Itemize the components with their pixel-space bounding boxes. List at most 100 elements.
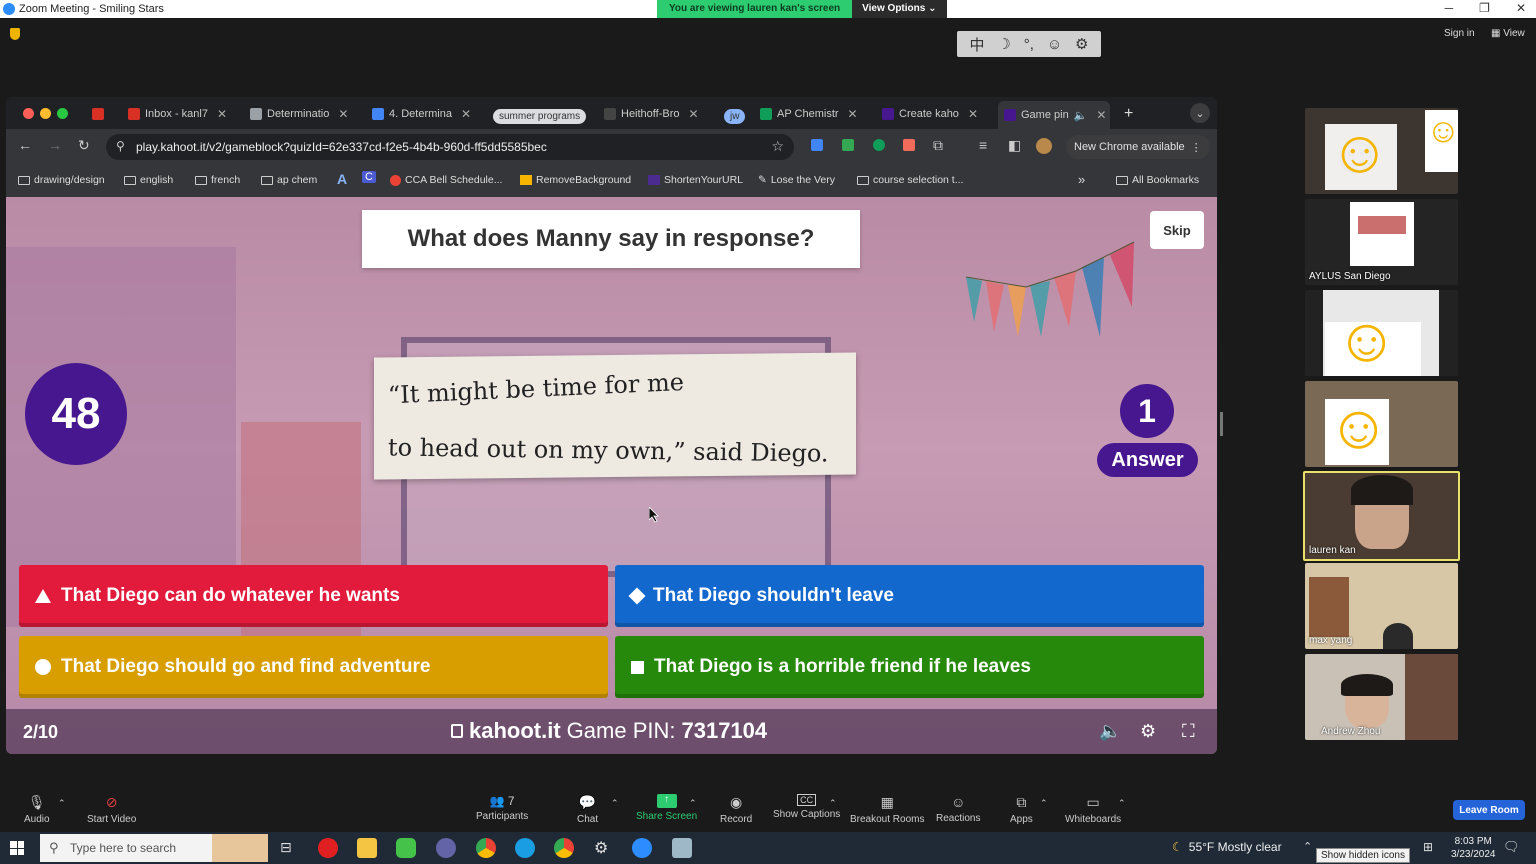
- task-view-icon[interactable]: ⊟: [280, 839, 292, 856]
- bookmarks-overflow[interactable]: »: [1078, 172, 1085, 187]
- chrome-profile-icon[interactable]: [554, 838, 574, 858]
- view-button[interactable]: ▦ View: [1491, 28, 1525, 39]
- tab-gmail-pinned[interactable]: [92, 103, 116, 125]
- keyboard-icon[interactable]: ⊞: [1423, 840, 1433, 854]
- fullscreen-icon[interactable]: ⛶: [1182, 721, 1195, 742]
- start-video-button[interactable]: ⊘ Start Video: [87, 794, 136, 825]
- answer-blue-diamond[interactable]: That Diego shouldn't leave: [615, 565, 1204, 627]
- settings-gear-icon[interactable]: ⚙: [1140, 721, 1156, 742]
- answer-green-square[interactable]: That Diego is a horrible friend if he le…: [615, 636, 1204, 698]
- sign-in-button[interactable]: Sign in: [1444, 28, 1475, 39]
- bookmark-lose-the-very[interactable]: ✎ Lose the Very: [758, 174, 835, 186]
- participant-tile-1[interactable]: ☺ ☺ ☺: [1305, 108, 1458, 194]
- record-button[interactable]: ◉ Record: [720, 794, 752, 825]
- answer-red-triangle[interactable]: That Diego can do whatever he wants: [19, 565, 608, 627]
- bookmark-star-icon[interactable]: ☆: [771, 138, 784, 155]
- annotate-tool-1[interactable]: 中: [969, 34, 984, 55]
- captions-options-chevron-icon[interactable]: ⌃: [829, 798, 837, 809]
- tab-ap-chemistry[interactable]: AP Chemistr ✕: [760, 103, 868, 125]
- reactions-button[interactable]: ☺ Reactions: [936, 794, 980, 824]
- tab-game-pin-active[interactable]: Game pin 🔈 ✕: [998, 101, 1110, 129]
- participant-tile-max-yang[interactable]: max yang: [1305, 563, 1458, 649]
- new-tab-icon[interactable]: +: [1124, 103, 1133, 125]
- zoom-taskbar-icon[interactable]: [632, 838, 652, 858]
- emoji-icon[interactable]: ☺: [1047, 36, 1062, 53]
- chat-button[interactable]: 💬 Chat: [577, 794, 598, 825]
- close-icon[interactable]: ✕: [1516, 1, 1526, 15]
- chrome-icon[interactable]: [476, 838, 496, 858]
- extension-3-icon[interactable]: [903, 139, 915, 151]
- bookmark-course-selection[interactable]: course selection t...: [857, 174, 963, 186]
- bookmark-shortenyoururl[interactable]: ShortenYourURL: [648, 174, 743, 186]
- participant-tile-3[interactable]: ☺: [1305, 290, 1458, 376]
- bookmark-english[interactable]: english: [124, 174, 173, 186]
- tab-inbox[interactable]: Inbox - kanl7 ✕: [128, 103, 240, 125]
- audio-options-chevron-icon[interactable]: ⌃: [58, 798, 66, 809]
- notifications-icon[interactable]: 🗨: [1503, 839, 1520, 855]
- apps-options-chevron-icon[interactable]: ⌃: [1040, 798, 1048, 809]
- chat-options-chevron-icon[interactable]: ⌃: [611, 798, 619, 809]
- bookmark-drawing-design[interactable]: drawing/design: [18, 174, 105, 186]
- site-info-icon[interactable]: ⚲: [116, 139, 125, 153]
- participants-button[interactable]: 👥 7 Participants: [476, 794, 528, 822]
- reading-list-icon[interactable]: ≡: [979, 137, 987, 153]
- forward-icon[interactable]: →: [48, 137, 62, 153]
- url-bar[interactable]: ⚲ play.kahoot.it/v2/gameblock?quizId=62e…: [106, 134, 794, 160]
- file-explorer-icon[interactable]: [357, 838, 377, 858]
- tab-create-kahoot[interactable]: Create kaho ✕: [882, 103, 986, 125]
- whiteboards-button[interactable]: ▭ Whiteboards: [1065, 794, 1121, 825]
- apps-button[interactable]: ⧉ Apps: [1010, 794, 1033, 825]
- bookmark-ap-chem[interactable]: ap chem: [261, 174, 317, 186]
- tab-determination[interactable]: Determinatio ✕: [250, 103, 356, 125]
- extensions-puzzle-icon[interactable]: ⧉: [933, 137, 943, 154]
- tab-determina-doc[interactable]: 4. Determina ✕: [372, 103, 484, 125]
- bookmark-c[interactable]: C: [362, 171, 376, 183]
- annotate-tool-2[interactable]: ☽: [997, 35, 1010, 53]
- back-icon[interactable]: ←: [18, 137, 32, 153]
- weather-widget[interactable]: ☾ 55°F Mostly clear: [1172, 840, 1282, 854]
- tab-search-icon[interactable]: ⌄: [1190, 103, 1210, 123]
- participant-tile-aylus[interactable]: AYLUS San Diego: [1305, 199, 1458, 285]
- extension-2-icon[interactable]: [842, 139, 854, 151]
- bookmark-all-bookmarks[interactable]: All Bookmarks: [1116, 174, 1199, 186]
- app-icon-pen[interactable]: [672, 838, 692, 858]
- reload-icon[interactable]: ↻: [78, 137, 90, 154]
- skip-button[interactable]: Skip: [1150, 211, 1204, 249]
- bookmark-cca-bell[interactable]: CCA Bell Schedule...: [390, 174, 502, 186]
- bookmark-french[interactable]: french: [195, 174, 240, 186]
- minimize-dot-icon[interactable]: [40, 108, 51, 119]
- taskbar-clock[interactable]: 8:03 PM 3/23/2024: [1451, 835, 1496, 861]
- wechat-icon[interactable]: [396, 838, 416, 858]
- whiteboards-options-chevron-icon[interactable]: ⌃: [1118, 798, 1126, 809]
- speaker-icon[interactable]: 🔈: [1074, 109, 1088, 122]
- hidden-icons-chevron-icon[interactable]: ⌃: [1303, 840, 1312, 853]
- side-panel-icon[interactable]: ◧: [1008, 137, 1021, 154]
- minimize-icon[interactable]: ─: [1445, 1, 1454, 15]
- share-options-chevron-icon[interactable]: ⌃: [689, 798, 697, 809]
- gear-icon[interactable]: ⚙: [1075, 35, 1088, 53]
- tab-heithoff[interactable]: Heithoff-Bro ✕: [604, 103, 712, 125]
- new-chrome-available-button[interactable]: New Chrome available ⋮: [1066, 135, 1210, 159]
- view-options-button[interactable]: View Options ⌄: [852, 0, 947, 18]
- security-shield-icon[interactable]: [10, 28, 20, 40]
- annotate-tool-3[interactable]: °,: [1024, 36, 1034, 53]
- share-screen-button[interactable]: ↑ Share Screen: [636, 794, 697, 822]
- answer-yellow-circle[interactable]: That Diego should go and find adventure: [19, 636, 608, 698]
- bookmark-a[interactable]: A: [337, 171, 347, 187]
- bookmark-removebackground[interactable]: RemoveBackground: [520, 174, 631, 186]
- profile-avatar[interactable]: [1036, 138, 1052, 154]
- zoom-dot-icon[interactable]: [57, 108, 68, 119]
- volume-icon[interactable]: 🔈: [1099, 721, 1121, 742]
- audio-button[interactable]: 🎙 Audio: [24, 794, 50, 825]
- leave-room-button[interactable]: Leave Room: [1453, 800, 1525, 820]
- settings-icon[interactable]: ⚙: [594, 838, 608, 858]
- participant-tile-andrew-zhou[interactable]: Andrew Zhou: [1305, 654, 1458, 740]
- taskbar-search-box[interactable]: ⚲ Type here to search: [40, 834, 268, 862]
- restore-icon[interactable]: ❐: [1479, 1, 1490, 15]
- participant-tile-4[interactable]: ☺: [1305, 381, 1458, 467]
- splitter-handle[interactable]: [1220, 412, 1223, 436]
- tab-group-summer-programs[interactable]: summer programs: [493, 105, 587, 127]
- close-dot-icon[interactable]: [23, 108, 34, 119]
- evernote-icon[interactable]: [873, 139, 885, 151]
- opera-icon[interactable]: [318, 838, 338, 858]
